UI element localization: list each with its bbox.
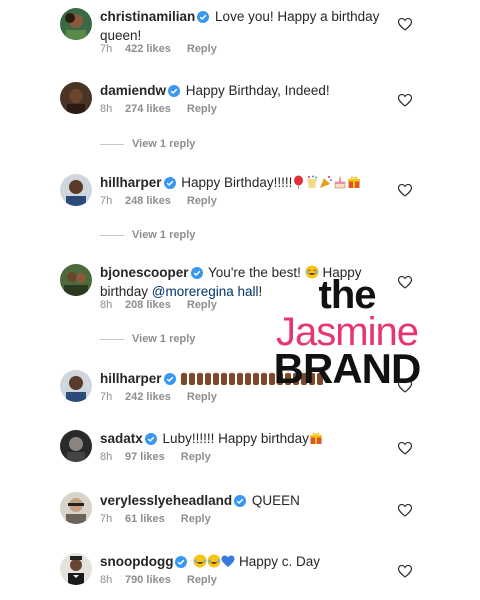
avatar[interactable] xyxy=(60,264,92,296)
username[interactable]: sadatx xyxy=(100,431,143,446)
avatar[interactable] xyxy=(60,174,92,206)
comment-meta: 8h 97 likes Reply xyxy=(100,451,211,463)
reply-button[interactable]: Reply xyxy=(187,391,217,403)
comment-body: hillharper Happy Birthday!!!!! xyxy=(100,174,380,193)
comment-meta: 8h 790 likes Reply xyxy=(100,574,217,586)
comment-body: verylesslyeheadland QUEEN xyxy=(100,492,380,511)
verified-badge-icon xyxy=(163,372,176,389)
comment-meta: 7h 61 likes Reply xyxy=(100,513,211,525)
avatar[interactable] xyxy=(60,430,92,462)
verified-badge-icon xyxy=(234,494,247,511)
mention-link[interactable]: @moreregina hall xyxy=(152,284,259,299)
reply-button[interactable]: Reply xyxy=(181,451,211,463)
divider xyxy=(100,234,124,236)
verified-badge-icon xyxy=(197,10,210,27)
verified-badge-icon xyxy=(190,266,203,283)
party-popper-icon xyxy=(319,175,333,193)
avatar[interactable] xyxy=(60,553,92,585)
likes-count[interactable]: 274 likes xyxy=(125,103,171,115)
confetti-ball-icon xyxy=(305,175,319,193)
username[interactable]: damiendw xyxy=(100,83,166,98)
reply-button[interactable]: Reply xyxy=(181,513,211,525)
balloon-icon xyxy=(292,175,305,193)
comment-text: QUEEN xyxy=(251,493,300,508)
username[interactable]: hillharper xyxy=(100,175,162,190)
heart-outline-icon[interactable] xyxy=(397,93,413,112)
likes-count[interactable]: 790 likes xyxy=(125,574,171,586)
laughing-face-icon xyxy=(207,554,221,572)
comment-body: christinamilian Love you! Happy a birthd… xyxy=(100,8,380,44)
username[interactable]: snoopdogg xyxy=(100,554,173,569)
heart-outline-icon[interactable] xyxy=(397,441,413,460)
username[interactable]: christinamilian xyxy=(100,9,195,24)
heart-outline-icon[interactable] xyxy=(397,183,413,202)
username[interactable]: bjonescooper xyxy=(100,265,189,280)
username[interactable]: hillharper xyxy=(100,371,162,386)
heart-outline-icon[interactable] xyxy=(397,17,413,36)
comment-text: Luby!!!!!! Happy birthday xyxy=(162,431,309,446)
timestamp: 7h xyxy=(100,43,113,55)
gift-icon xyxy=(309,431,323,449)
comment-meta: 7h 248 likes Reply xyxy=(100,195,217,207)
comment-body: snoopdogg Happy c. Day xyxy=(100,553,380,572)
reply-button[interactable]: Reply xyxy=(187,299,217,311)
likes-count[interactable]: 61 likes xyxy=(125,513,165,525)
likes-count[interactable]: 248 likes xyxy=(125,195,171,207)
avatar[interactable] xyxy=(60,82,92,114)
reply-button[interactable]: Reply xyxy=(187,103,217,115)
watermark-line-brand: BRAND xyxy=(273,345,422,392)
comment-text: Happy Birthday, Indeed! xyxy=(185,83,330,98)
divider xyxy=(100,338,124,340)
heart-outline-icon[interactable] xyxy=(397,503,413,522)
timestamp: 8h xyxy=(100,299,113,311)
avatar[interactable] xyxy=(60,370,92,402)
reply-button[interactable]: Reply xyxy=(187,195,217,207)
blue-heart-icon xyxy=(221,555,235,572)
timestamp: 8h xyxy=(100,451,113,463)
avatar[interactable] xyxy=(60,492,92,524)
watermark-line-the: the xyxy=(318,273,377,317)
verified-badge-icon xyxy=(163,176,176,193)
comment-meta: 7h 422 likes Reply xyxy=(100,43,217,55)
view-replies-button[interactable]: View 1 reply xyxy=(100,229,195,241)
avatar[interactable] xyxy=(60,8,92,40)
timestamp: 7h xyxy=(100,391,113,403)
comment-text: Happy c. Day xyxy=(239,554,321,569)
timestamp: 8h xyxy=(100,574,113,586)
reply-button[interactable]: Reply xyxy=(187,574,217,586)
likes-count[interactable]: 97 likes xyxy=(125,451,165,463)
view-replies-button[interactable]: View 1 reply xyxy=(100,333,195,345)
verified-badge-icon xyxy=(168,84,181,101)
timestamp: 8h xyxy=(100,103,113,115)
laughing-face-icon xyxy=(193,554,207,572)
gift-icon xyxy=(347,175,361,193)
username[interactable]: verylesslyeheadland xyxy=(100,493,232,508)
heart-outline-icon[interactable] xyxy=(397,564,413,583)
birthday-cake-icon xyxy=(333,175,347,193)
timestamp: 7h xyxy=(100,513,113,525)
divider xyxy=(100,143,124,145)
comment-body: damiendw Happy Birthday, Indeed! xyxy=(100,82,380,101)
watermark-logo: the Jasmine BRAND xyxy=(262,273,432,392)
timestamp: 7h xyxy=(100,195,113,207)
reply-button[interactable]: Reply xyxy=(187,43,217,55)
comment-meta: 8h 208 likes Reply xyxy=(100,299,217,311)
likes-count[interactable]: 422 likes xyxy=(125,43,171,55)
likes-count[interactable]: 242 likes xyxy=(125,391,171,403)
comment-meta: 7h 242 likes Reply xyxy=(100,391,217,403)
verified-badge-icon xyxy=(175,555,188,572)
verified-badge-icon xyxy=(144,432,157,449)
view-replies-button[interactable]: View 1 reply xyxy=(100,138,195,150)
comment-text: Happy Birthday!!!!! xyxy=(181,175,293,190)
likes-count[interactable]: 208 likes xyxy=(125,299,171,311)
comment-meta: 8h 274 likes Reply xyxy=(100,103,217,115)
comment-body: sadatx Luby!!!!!! Happy birthday xyxy=(100,430,380,449)
